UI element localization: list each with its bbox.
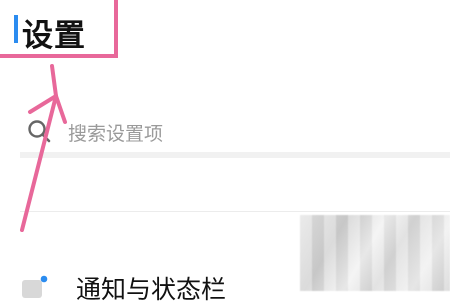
section-divider [20,211,450,212]
title-highlight: 设置 [0,0,124,64]
title-accent-bar [14,15,18,43]
search-bar[interactable]: 搜索设置项 [20,110,450,152]
search-divider [20,152,450,158]
search-input[interactable]: 搜索设置项 [68,119,163,146]
settings-item-label: 通知与状态栏 [76,275,227,304]
page-title: 设置 [22,18,86,54]
notification-icon [22,275,48,298]
blurred-preview [300,215,450,291]
search-icon [28,120,51,143]
